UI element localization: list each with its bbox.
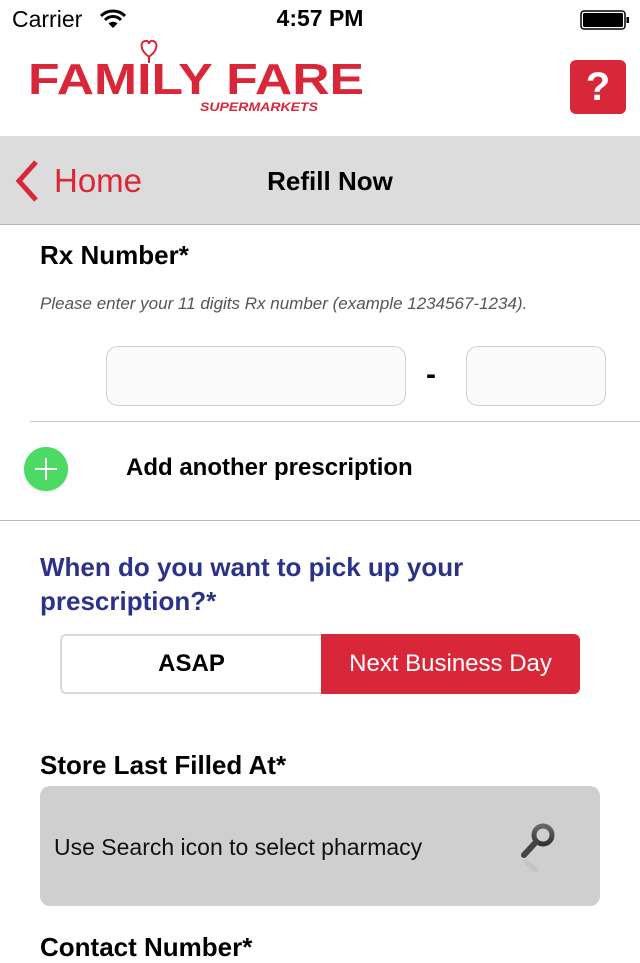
help-button[interactable]: ? [570,60,626,114]
store-search-field[interactable]: Use Search icon to select pharmacy [40,786,600,906]
question-mark-icon: ? [585,64,611,109]
divider [30,421,640,422]
rx-number-main-input[interactable] [106,346,406,406]
plus-circle-icon [24,447,68,491]
divider [0,520,640,521]
navigation-bar: Home Refill Now [0,136,640,225]
rx-number-label: Rx Number* [40,240,189,270]
rx-number-suffix-input[interactable] [466,346,606,406]
battery-full-icon [580,10,629,30]
brand-logo: FAMILY FARE SUPERMARKETS [28,39,364,114]
contact-number-label: Contact Number* [40,932,253,962]
pickup-option-asap[interactable]: ASAP [60,634,321,694]
store-label: Store Last Filled At* [40,750,287,780]
store-placeholder: Use Search icon to select pharmacy [54,834,423,860]
add-prescription-button[interactable]: Add another prescription [0,440,640,500]
brand-secondary-text: SUPERMARKETS [200,100,318,114]
rx-number-hint: Please enter your 11 digits Rx number (e… [40,294,528,313]
add-prescription-label: Add another prescription [126,454,413,481]
brand-primary-text: FAMILY FARE [28,55,364,104]
page-title: Refill Now [267,166,393,196]
pickup-option-next-business-day[interactable]: Next Business Day [321,634,580,694]
search-icon[interactable] [516,820,560,874]
pickup-time-segmented-control: ASAP Next Business Day [60,634,580,694]
status-time: 4:57 PM [276,5,364,31]
rx-separator: - [426,358,436,391]
pickup-question: When do you want to pick up your prescri… [40,552,464,616]
